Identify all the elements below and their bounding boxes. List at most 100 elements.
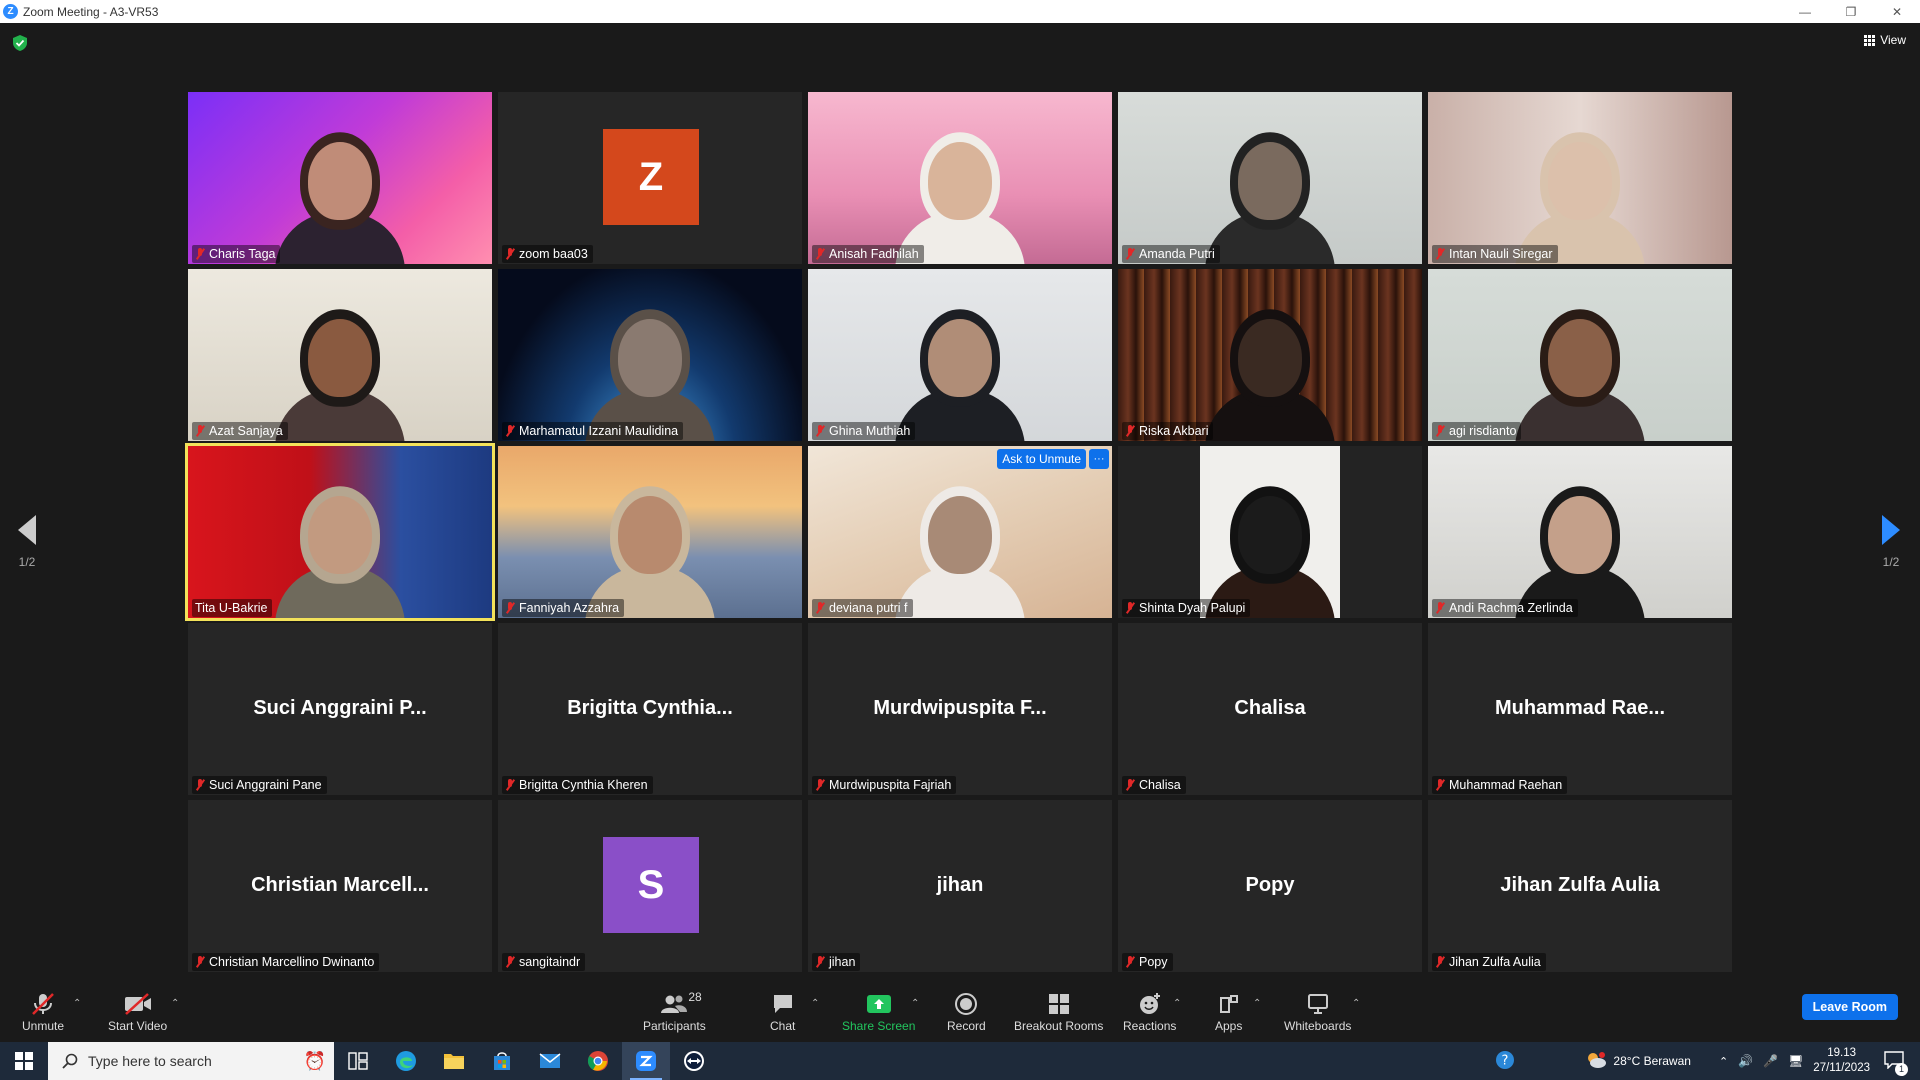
speaker-icon[interactable]: 🔊 [1738, 1054, 1753, 1068]
participant-tile[interactable]: Andi Rachma Zerlinda [1428, 446, 1732, 618]
taskbar-search-box[interactable]: Type here to search ⏰ [48, 1042, 334, 1080]
video-options-caret-icon[interactable]: ⌃ [171, 998, 179, 1009]
start-video-label: Start Video [108, 1019, 168, 1033]
participant-display-name: Christian Marcell... [251, 874, 429, 896]
mail-taskbar-button[interactable] [526, 1042, 574, 1080]
participant-tile[interactable]: Fanniyah Azzahra [498, 446, 802, 618]
unmute-button[interactable]: Unmute [22, 992, 64, 1033]
participant-tile[interactable]: Ssangitaindr [498, 800, 802, 972]
participant-tile[interactable]: Jihan Zulfa Aulia Jihan Zulfa Aulia [1428, 800, 1732, 972]
page-indicator-left: 1/2 [18, 555, 36, 569]
start-video-button[interactable]: Start Video [108, 992, 167, 1033]
edge-taskbar-button[interactable] [382, 1042, 430, 1080]
participant-tile[interactable]: Chalisa Chalisa [1118, 623, 1422, 795]
participant-tile[interactable]: Zzoom baa03 [498, 92, 802, 264]
file-explorer-taskbar-button[interactable] [430, 1042, 478, 1080]
participant-tile[interactable]: Marhamatul Izzani Maulidina [498, 269, 802, 441]
mic-muted-icon [1435, 602, 1445, 614]
close-icon[interactable]: ✕ [1874, 0, 1920, 23]
microphone-icon[interactable]: 🎤 [1763, 1054, 1778, 1068]
reactions-options-caret-icon[interactable]: ⌃ [1173, 998, 1181, 1009]
chat-button[interactable]: Chat [770, 992, 795, 1033]
participant-tile[interactable]: Charis Taga [188, 92, 492, 264]
notifications-icon[interactable]: 1 [1884, 1050, 1908, 1076]
windows-start-button[interactable] [0, 1042, 48, 1080]
mic-muted-icon [1435, 956, 1445, 968]
participants-button[interactable]: 28 Participants [643, 990, 706, 1033]
participant-tile[interactable]: Brigitta Cynthia... Brigitta Cynthia Kher… [498, 623, 802, 795]
more-options-icon[interactable]: ··· [1089, 449, 1109, 469]
mic-muted-icon [195, 779, 205, 791]
participant-tile[interactable]: Shinta Dyah Palupi [1118, 446, 1422, 618]
participant-tile[interactable]: Riska Akbari [1118, 269, 1422, 441]
participant-name: Suci Anggraini Pane [209, 778, 322, 792]
participant-name-label: Jihan Zulfa Aulia [1432, 953, 1546, 971]
leave-room-button[interactable]: Leave Room [1801, 994, 1898, 1020]
weather-icon[interactable] [1585, 1051, 1607, 1072]
restore-icon[interactable]: ❐ [1828, 0, 1874, 23]
gallery-grid: Charis Taga Zzoom baa03 Anisah Fadhilah Ama… [185, 92, 1732, 972]
chat-label: Chat [770, 1019, 796, 1033]
shield-check-icon[interactable] [13, 35, 27, 51]
task-view-icon [348, 1052, 368, 1070]
mic-muted-icon [505, 425, 515, 437]
participant-tile[interactable]: Ask to Unmute ··· deviana putri f [808, 446, 1112, 618]
participant-tile[interactable]: Intan Nauli Siregar [1428, 92, 1732, 264]
network-icon[interactable]: 🖥 [1788, 1054, 1803, 1068]
participant-display-name: jihan [936, 874, 984, 896]
participant-name: deviana putri f [829, 601, 908, 615]
participant-tile[interactable]: jihan jihan [808, 800, 1112, 972]
participant-tile[interactable]: Christian Marcell... Christian Marcellino… [188, 800, 492, 972]
reactions-button[interactable]: Reactions [1123, 992, 1176, 1033]
breakout-rooms-button[interactable]: Breakout Rooms [1014, 992, 1103, 1033]
breakout-rooms-icon [1047, 992, 1071, 1016]
participant-display-name: Popy [1245, 874, 1295, 896]
arrow-right-icon [1882, 515, 1900, 545]
participant-tile[interactable]: Murdwipuspita F... Murdwipuspita Fajriah [808, 623, 1112, 795]
store-taskbar-button[interactable] [478, 1042, 526, 1080]
participant-tile[interactable]: agi risdianto [1428, 269, 1732, 441]
participant-figure [895, 301, 1025, 441]
participant-name-label: Shinta Dyah Palupi [1122, 599, 1251, 617]
task-view-button[interactable] [334, 1042, 382, 1080]
apps-options-caret-icon[interactable]: ⌃ [1253, 998, 1261, 1009]
participant-tile[interactable]: Tita U-Bakrie [185, 443, 495, 621]
whiteboards-button[interactable]: Whiteboards [1284, 992, 1351, 1033]
next-page-button[interactable]: 1/2 [1882, 515, 1900, 569]
ask-to-unmute-button[interactable]: Ask to Unmute [997, 449, 1086, 469]
zoom-taskbar-button[interactable] [622, 1042, 670, 1080]
taskbar-clock[interactable]: 19.13 27/11/2023 [1813, 1046, 1870, 1076]
mic-muted-icon [1125, 956, 1135, 968]
whiteboards-options-caret-icon[interactable]: ⌃ [1352, 998, 1360, 1009]
apps-label: Apps [1215, 1019, 1243, 1033]
participant-name-label: jihan [812, 953, 861, 971]
chat-icon [771, 992, 795, 1016]
chat-options-caret-icon[interactable]: ⌃ [811, 998, 819, 1009]
view-button-label: View [1880, 33, 1906, 47]
participant-tile[interactable]: Azat Sanjaya [188, 269, 492, 441]
apps-button[interactable]: Apps [1215, 992, 1242, 1033]
share-options-caret-icon[interactable]: ⌃ [911, 998, 919, 1009]
participant-tile[interactable]: Muhammad Rae... Muhammad Raehan [1428, 623, 1732, 795]
record-button[interactable]: Record [947, 992, 986, 1033]
tray-overflow-icon[interactable]: ⌃ [1719, 1055, 1728, 1068]
participant-name: Intan Nauli Siregar [1449, 247, 1553, 261]
chrome-taskbar-button[interactable] [574, 1042, 622, 1080]
participant-name-label: Amanda Putri [1122, 245, 1220, 263]
audio-options-caret-icon[interactable]: ⌃ [73, 998, 81, 1009]
breakout-rooms-label: Breakout Rooms [1014, 1019, 1104, 1033]
participant-tile[interactable]: Popy Popy [1118, 800, 1422, 972]
previous-page-button[interactable]: 1/2 [18, 515, 36, 569]
minimize-icon[interactable]: — [1782, 0, 1828, 23]
weather-text[interactable]: 28°C Berawan [1613, 1054, 1691, 1068]
participant-tile[interactable]: Anisah Fadhilah [808, 92, 1112, 264]
search-highlight-icon[interactable]: ⏰ [304, 1051, 326, 1072]
share-screen-button[interactable]: Share Screen [842, 992, 915, 1033]
teamviewer-taskbar-button[interactable] [670, 1042, 718, 1080]
participant-name-label: Christian Marcellino Dwinanto [192, 953, 380, 971]
participant-tile[interactable]: Ghina Muthiah [808, 269, 1112, 441]
participant-tile[interactable]: Suci Anggraini P... Suci Anggraini Pane [188, 623, 492, 795]
help-icon[interactable]: ? [1495, 1050, 1515, 1073]
view-button[interactable]: View [1864, 33, 1906, 47]
participant-tile[interactable]: Amanda Putri [1118, 92, 1422, 264]
